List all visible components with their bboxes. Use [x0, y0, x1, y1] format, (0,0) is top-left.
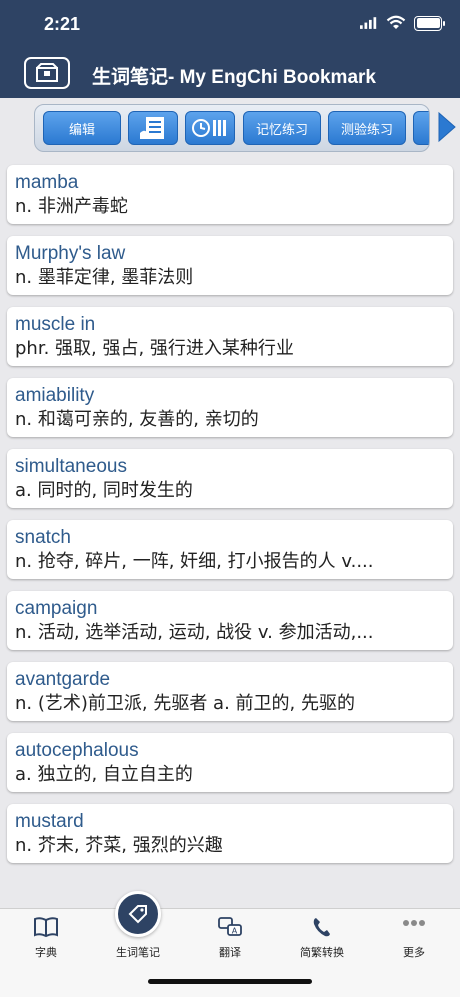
home-indicator	[148, 979, 312, 984]
entry-word: muscle in	[15, 314, 96, 335]
tab-label: 生词笔记	[116, 946, 160, 959]
more-toolbar-button[interactable]	[413, 111, 429, 145]
scroll-right-arrow-icon[interactable]	[436, 110, 458, 144]
list-item[interactable]: amiability n. 和蔼可亲的, 友善的, 亲切的	[7, 378, 453, 437]
list-icon	[140, 117, 164, 139]
status-icons	[360, 15, 445, 31]
tab-convert[interactable]: 简繁转换	[276, 909, 368, 969]
tag-icon	[128, 905, 147, 924]
tab-notes[interactable]: 生词笔记	[92, 891, 184, 969]
entry-word: campaign	[15, 598, 98, 619]
tab-label: 简繁转换	[300, 946, 344, 959]
translate-icon: A	[218, 917, 242, 936]
list-item[interactable]: simultaneous a. 同时的, 同时发生的	[7, 449, 453, 508]
list-item[interactable]: campaign n. 活动, 选举活动, 运动, 战役 v. 参加活动,...	[7, 591, 453, 650]
clock-icon	[192, 119, 226, 137]
list-view-button[interactable]	[128, 111, 178, 145]
entry-word: mamba	[15, 172, 79, 193]
status-time: 2:21	[44, 14, 81, 34]
header-bar: 2:21 生词笔记- My EngChi Bookmark	[0, 0, 460, 98]
entry-word: Murphy's law	[15, 243, 126, 264]
entry-definition: a. 同时的, 同时发生的	[15, 480, 193, 501]
memory-practice-button[interactable]: 记忆练习	[243, 111, 321, 145]
tab-label: 翻译	[219, 946, 241, 959]
toolbar: 编辑 记忆练习 测验练习	[34, 104, 430, 152]
test-practice-button[interactable]: 测验练习	[328, 111, 406, 145]
page-title: 生词笔记- My EngChi Bookmark	[92, 67, 376, 88]
tab-more[interactable]: 更多	[368, 909, 460, 969]
list-item[interactable]: mamba n. 非洲产毒蛇	[7, 165, 453, 224]
phone-icon	[313, 918, 330, 937]
entry-definition: n. 抢夺, 碎片, 一阵, 奸细, 打小报告的人 v....	[15, 551, 374, 572]
svg-text:A: A	[232, 927, 238, 936]
entry-definition: a. 独立的, 自立自主的	[15, 764, 193, 785]
entry-word: autocephalous	[15, 740, 139, 761]
entry-word: simultaneous	[15, 456, 127, 477]
wifi-icon	[386, 15, 406, 29]
entry-definition: n. 非洲产毒蛇	[15, 196, 128, 217]
list-item[interactable]: muscle in phr. 强取, 强占, 强行进入某种行业	[7, 307, 453, 366]
entry-definition: n. 墨菲定律, 墨菲法则	[15, 267, 194, 288]
tab-translate[interactable]: A 翻译	[184, 909, 276, 969]
edit-button[interactable]: 编辑	[43, 111, 121, 145]
tab-label: 更多	[403, 946, 425, 959]
entry-definition: n. 和蔼可亲的, 友善的, 亲切的	[15, 409, 259, 430]
entry-definition: n. (艺术)前卫派, 先驱者 a. 前卫的, 先驱的	[15, 693, 355, 714]
entry-definition: n. 芥末, 芥菜, 强烈的兴趣	[15, 835, 223, 856]
list-item[interactable]: Murphy's law n. 墨菲定律, 墨菲法则	[7, 236, 453, 295]
more-dots-icon	[403, 920, 425, 926]
tab-label: 字典	[35, 946, 57, 959]
list-item[interactable]: avantgarde n. (艺术)前卫派, 先驱者 a. 前卫的, 先驱的	[7, 662, 453, 721]
list-item[interactable]: snatch n. 抢夺, 碎片, 一阵, 奸细, 打小报告的人 v....	[7, 520, 453, 579]
entry-word: snatch	[15, 527, 71, 548]
entry-word: mustard	[15, 811, 84, 832]
entry-definition: phr. 强取, 强占, 强行进入某种行业	[15, 338, 294, 359]
entry-word: amiability	[15, 385, 95, 406]
list-item[interactable]: autocephalous a. 独立的, 自立自主的	[7, 733, 453, 792]
entry-definition: n. 活动, 选举活动, 运动, 战役 v. 参加活动,...	[15, 622, 374, 643]
bookmark-list: mamba n. 非洲产毒蛇 Murphy's law n. 墨菲定律, 墨菲法则 …	[7, 165, 453, 875]
timer-button[interactable]	[185, 111, 235, 145]
book-icon	[34, 917, 58, 938]
box-icon	[36, 63, 58, 82]
tab-dictionary[interactable]: 字典	[0, 909, 92, 969]
active-tab-indicator	[115, 891, 161, 937]
entry-word: avantgarde	[15, 669, 111, 690]
back-button[interactable]	[24, 57, 70, 89]
list-item[interactable]: mustard n. 芥末, 芥菜, 强烈的兴趣	[7, 804, 453, 863]
battery-icon	[414, 15, 445, 31]
signal-icon	[360, 16, 377, 29]
